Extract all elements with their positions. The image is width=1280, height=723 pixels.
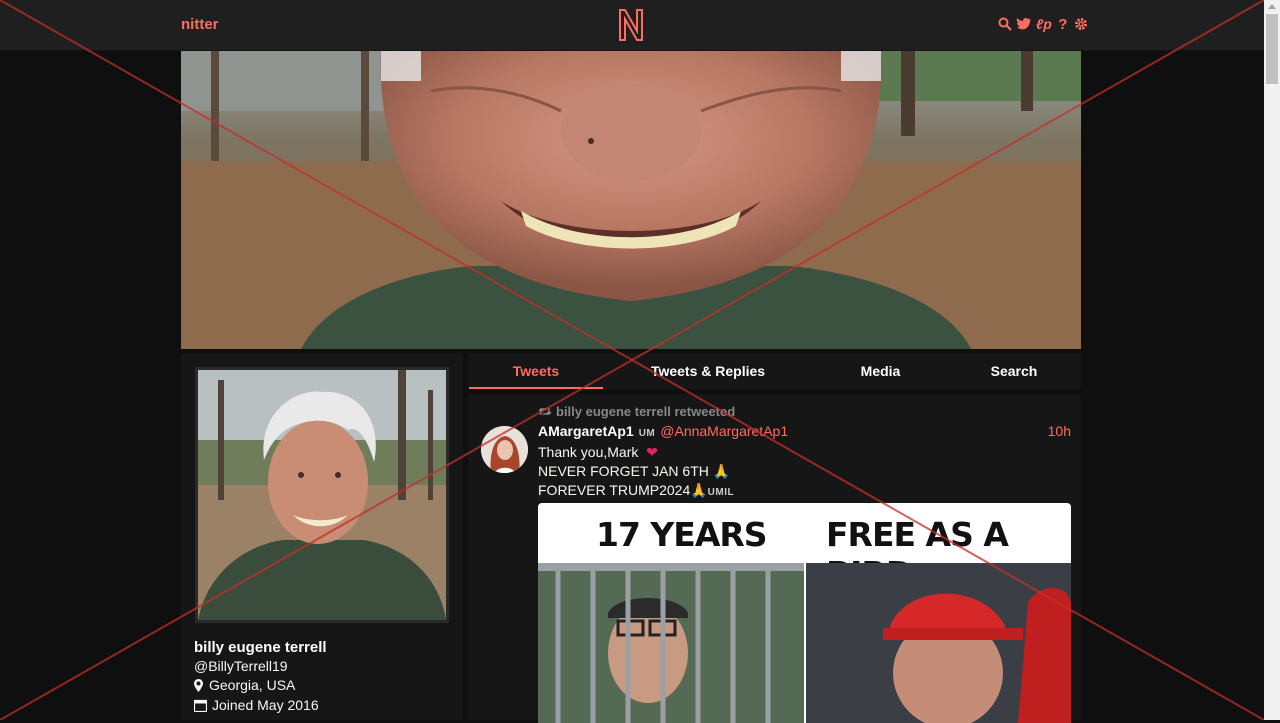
help-icon[interactable]: ?	[1056, 15, 1070, 33]
gear-icon[interactable]	[1074, 15, 1088, 33]
nitter-home-link[interactable]: nitter	[181, 16, 219, 33]
tweet-username[interactable]: @AnnaMargaretAp1	[660, 423, 788, 439]
tab-tweets[interactable]: Tweets	[469, 353, 603, 389]
tweet-line: FOREVER TRUMP2024🙏UMIL	[538, 482, 735, 498]
tab-search[interactable]: Search	[973, 353, 1055, 389]
tweet-fullname[interactable]: AMargaretAp1	[538, 423, 634, 439]
bird-icon[interactable]	[1016, 15, 1032, 33]
tweet-line: Thank you,Mark ❤	[538, 444, 658, 460]
tweet-date[interactable]: 10h	[1048, 423, 1071, 439]
profile-avatar[interactable]	[195, 367, 449, 623]
retweet-icon	[538, 408, 552, 415]
search-icon[interactable]	[998, 15, 1012, 33]
tweet-line-badge: UMIL	[707, 487, 735, 498]
tweet-body: Thank you,Mark ❤ NEVER FORGET JAN 6TH 🙏 …	[538, 443, 734, 502]
tweet-badge: UM	[638, 428, 656, 439]
profile-card: billy eugene terrell @BillyTerrell19 Geo…	[181, 353, 463, 720]
profile-fullname[interactable]: billy eugene terrell	[194, 639, 327, 656]
nav-icon-group: ℓp ?	[998, 15, 1088, 33]
rss-icon[interactable]: ℓp	[1036, 15, 1052, 33]
calendar-icon	[194, 699, 207, 712]
media-photo	[538, 563, 1071, 723]
profile-joined-text: Joined May 2016	[212, 697, 319, 713]
profile-tabs: Tweets Tweets & Replies Media Search	[468, 353, 1081, 389]
tweet-line: NEVER FORGET JAN 6TH 🙏	[538, 463, 731, 479]
profile-banner[interactable]	[181, 51, 1081, 349]
tweet-media-image[interactable]: 17 YEARS FREE AS A BIRD	[538, 503, 1071, 723]
heart-icon: ❤	[646, 444, 658, 460]
tab-media[interactable]: Media	[838, 353, 923, 389]
avatar-photo	[198, 370, 446, 620]
page-scrollbar[interactable]	[1264, 0, 1280, 720]
retweet-header-text: billy eugene terrell retweeted	[556, 404, 736, 419]
retweet-header[interactable]: billy eugene terrell retweeted	[538, 404, 735, 419]
nitter-logo-icon[interactable]	[616, 7, 646, 43]
banner-photo	[181, 51, 1081, 349]
location-pin-icon	[194, 678, 203, 692]
profile-location: Georgia, USA	[194, 677, 295, 693]
top-navbar: nitter ℓp ?	[0, 0, 1264, 51]
profile-joined: Joined May 2016	[194, 697, 319, 713]
tab-tweets-replies[interactable]: Tweets & Replies	[638, 353, 778, 389]
profile-username[interactable]: @BillyTerrell19	[194, 658, 288, 674]
profile-location-text: Georgia, USA	[209, 677, 296, 693]
tweet-avatar[interactable]	[481, 426, 528, 473]
tweet-avatar-photo	[481, 426, 528, 473]
timeline: billy eugene terrell retweeted AMargaret…	[468, 394, 1081, 723]
scrollbar-thumb[interactable]	[1266, 14, 1278, 84]
tweet-header: AMargaretAp1 UM @AnnaMargaretAp1	[538, 423, 788, 439]
scroll-up-arrow-icon[interactable]	[1268, 4, 1276, 9]
